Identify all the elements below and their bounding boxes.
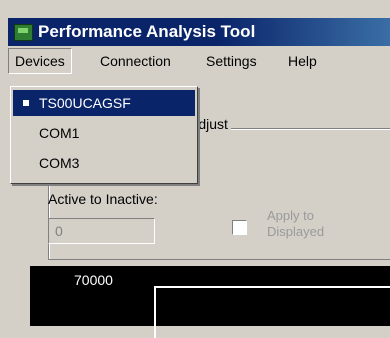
y-tick-label: 70000 bbox=[74, 272, 113, 288]
title-bar[interactable]: Performance Analysis Tool bbox=[8, 18, 390, 46]
apply-to-displayed-label: Apply to Displayed bbox=[267, 208, 357, 240]
devices-dropdown: TS00UCAGSF COM1 COM3 bbox=[10, 86, 198, 184]
device-item-com1[interactable]: COM1 bbox=[13, 120, 195, 146]
menu-bar: Devices Connection Settings Help bbox=[8, 48, 390, 74]
apply-label-line1: Apply to bbox=[267, 208, 314, 223]
window-title: Performance Analysis Tool bbox=[38, 22, 256, 41]
active-to-inactive-field[interactable]: 0 bbox=[48, 218, 155, 244]
app-icon bbox=[14, 24, 33, 41]
apply-to-displayed-checkbox[interactable] bbox=[232, 220, 247, 235]
apply-label-line2: Displayed bbox=[267, 224, 325, 239]
active-to-inactive-label: Active to Inactive: bbox=[48, 191, 158, 207]
chart-plot-area bbox=[154, 286, 390, 338]
menu-devices[interactable]: Devices bbox=[8, 48, 72, 74]
device-item-label: COM1 bbox=[39, 125, 80, 141]
radio-bullet-icon bbox=[23, 100, 29, 106]
device-item-label: TS00UCAGSF bbox=[39, 95, 131, 111]
app-window: Performance Analysis Tool Devices Connec… bbox=[0, 0, 390, 338]
device-item-com3[interactable]: COM3 bbox=[13, 150, 195, 176]
device-item-ts00ucagsf[interactable]: TS00UCAGSF bbox=[13, 90, 195, 116]
menu-help[interactable]: Help bbox=[282, 48, 323, 74]
menu-connection[interactable]: Connection bbox=[94, 48, 177, 74]
menu-settings[interactable]: Settings bbox=[200, 48, 263, 74]
device-item-label: COM3 bbox=[39, 155, 80, 171]
performance-chart: 70000 bbox=[30, 266, 390, 338]
